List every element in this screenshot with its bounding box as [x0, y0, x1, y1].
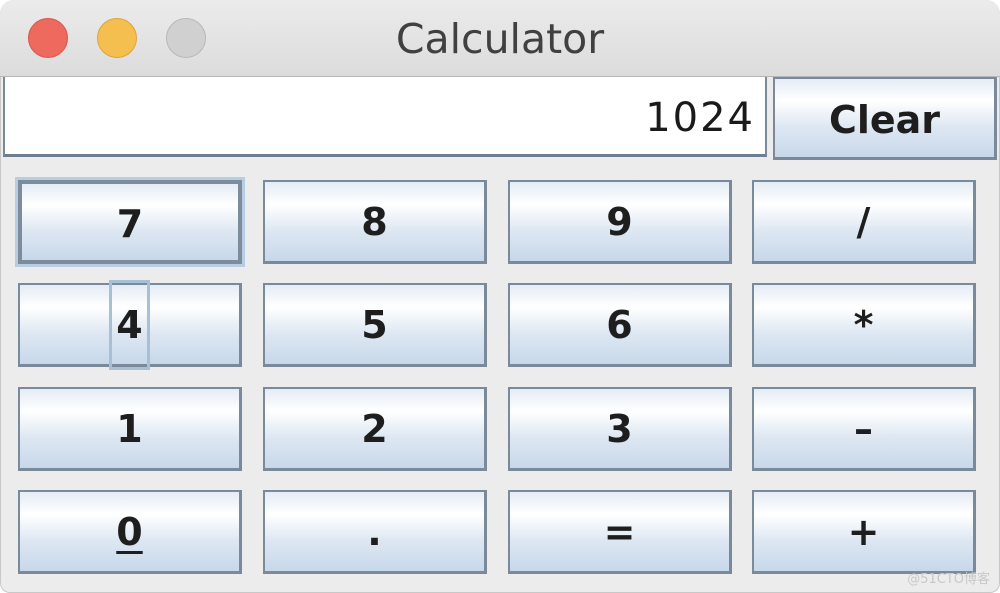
equals-button[interactable]: = — [508, 490, 732, 574]
digit-8-button[interactable]: 8 — [263, 180, 487, 264]
digit-6-button[interactable]: 6 — [508, 283, 732, 367]
digit-4-label: 4 — [109, 280, 150, 370]
digit-9-button[interactable]: 9 — [508, 180, 732, 264]
digit-7-button[interactable]: 7 — [18, 180, 242, 264]
digit-3-label: 3 — [606, 407, 633, 451]
digit-2-label: 2 — [361, 407, 388, 451]
title-bar[interactable]: Calculator — [0, 0, 1000, 77]
digit-8-label: 8 — [361, 200, 388, 244]
divide-button[interactable]: / — [752, 180, 976, 264]
digit-0-button[interactable]: 0 — [18, 490, 242, 574]
clear-button[interactable]: Clear — [773, 77, 997, 160]
add-button[interactable]: + — [752, 490, 976, 574]
digit-5-button[interactable]: 5 — [263, 283, 487, 367]
digit-4-button[interactable]: 4 — [18, 280, 242, 370]
divide-label: / — [856, 200, 871, 244]
multiply-button[interactable]: * — [752, 283, 976, 367]
multiply-label: * — [853, 303, 874, 347]
decimal-point-button[interactable]: . — [263, 490, 487, 574]
digit-0-label: 0 — [116, 510, 143, 554]
decimal-point-label: . — [367, 510, 382, 554]
add-label: + — [847, 510, 880, 554]
digit-7-label: 7 — [116, 202, 144, 246]
subtract-label: – — [854, 407, 873, 451]
equals-label: = — [603, 510, 636, 554]
digit-3-button[interactable]: 3 — [508, 387, 732, 471]
digit-5-label: 5 — [361, 303, 388, 347]
window-title: Calculator — [395, 15, 605, 63]
clear-button-label: Clear — [828, 98, 941, 142]
digit-2-button[interactable]: 2 — [263, 387, 487, 471]
display-field[interactable]: 1024 — [3, 77, 767, 157]
watermark: @51CTO博客 — [907, 572, 990, 587]
digit-6-label: 6 — [606, 303, 633, 347]
digit-9-label: 9 — [606, 200, 633, 244]
digit-1-button[interactable]: 1 — [18, 387, 242, 471]
calculator-window: Calculator 1024 Clear 7 8 9 / 4 5 6 * 1 2 3 – 0. = + @… — [0, 0, 1000, 593]
digit-1-label: 1 — [116, 407, 143, 451]
subtract-button[interactable]: – — [752, 387, 976, 471]
